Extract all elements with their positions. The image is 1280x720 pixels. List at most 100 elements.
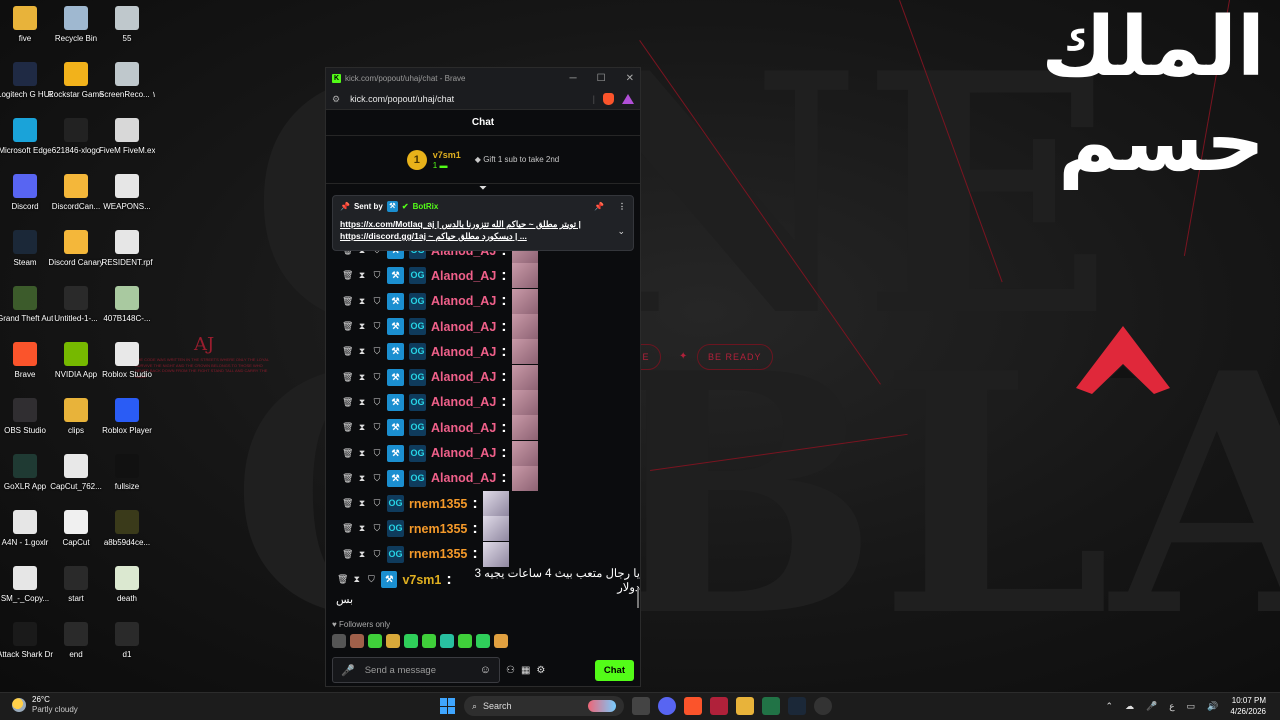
- pinned-line-2[interactable]: https://discord.gg/1aj ~ ديسكورد مطلق حي…: [340, 230, 602, 242]
- shield-icon[interactable]: ⛉: [372, 397, 382, 408]
- expand-chevron-icon[interactable]: ⌄: [617, 226, 625, 237]
- chat-message[interactable]: 🗑 ⧗ ⛉ ⚒ OG Alanod_AJ:: [326, 415, 640, 441]
- delete-icon[interactable]: 🗑: [342, 498, 353, 509]
- delete-icon[interactable]: 🗑: [342, 296, 353, 307]
- desktop-icon[interactable]: OBS Studio: [0, 398, 53, 436]
- collapse-icon[interactable]: ⏷: [326, 184, 640, 194]
- brave-rewards-icon[interactable]: [622, 94, 634, 104]
- chat-username[interactable]: Alanod_AJ: [431, 370, 496, 384]
- file-explorer-icon[interactable]: [736, 697, 754, 715]
- desktop-icon[interactable]: 621846-xlogo: [48, 118, 104, 156]
- shield-icon[interactable]: ⛉: [372, 346, 382, 357]
- chat-username[interactable]: Alanod_AJ: [431, 269, 496, 283]
- chat-username[interactable]: Alanod_AJ: [431, 294, 496, 308]
- timeout-icon[interactable]: ⧗: [357, 270, 367, 281]
- shield-icon[interactable]: ⛉: [367, 574, 377, 585]
- chat-emote[interactable]: [511, 465, 538, 491]
- timeout-icon[interactable]: ⧗: [357, 296, 367, 307]
- affinity-icon[interactable]: [710, 697, 728, 715]
- desktop-icon[interactable]: end: [48, 622, 104, 660]
- chat-username[interactable]: rnem1355: [409, 497, 467, 511]
- desktop-icon[interactable]: CapCut_762...: [48, 454, 104, 492]
- timeout-icon[interactable]: ⧗: [357, 473, 367, 484]
- delete-icon[interactable]: 🗑: [342, 397, 353, 408]
- desktop-icon[interactable]: Steam: [0, 230, 53, 268]
- desktop-icon[interactable]: Untitled-1-...: [48, 286, 104, 324]
- chat-username[interactable]: Alanod_AJ: [431, 421, 496, 435]
- unpin-icon[interactable]: 📌: [594, 202, 604, 211]
- chat-message[interactable]: 🗑 ⧗ ⛉ ⚒ OG Alanod_AJ:: [326, 364, 640, 390]
- desktop-icon[interactable]: Rockstar Games ...: [48, 62, 104, 100]
- chat-message[interactable]: 🗑 ⧗ ⛉ OG rnem1355:: [326, 516, 640, 542]
- chat-message[interactable]: 🗑 ⧗ ⛉ ⚒ OG Alanod_AJ:: [326, 339, 640, 365]
- scrollbar[interactable]: [637, 588, 639, 608]
- address-bar[interactable]: ⚙ kick.com/popout/uhaj/chat |: [326, 89, 640, 110]
- mic-icon[interactable]: 🎤: [341, 664, 355, 677]
- timeout-icon[interactable]: ⧗: [352, 574, 362, 585]
- site-settings-icon[interactable]: ⚙: [332, 94, 340, 105]
- desktop-icon[interactable]: A4N - 1.goxlr: [0, 510, 53, 548]
- chat-emote[interactable]: [511, 339, 538, 365]
- desktop-icon[interactable]: five: [0, 6, 53, 44]
- desktop-icon[interactable]: a8b59d4ce...: [99, 510, 155, 548]
- desktop-icon[interactable]: Recycle Bin: [48, 6, 104, 44]
- delete-icon[interactable]: 🗑: [342, 523, 353, 534]
- chat-username[interactable]: rnem1355: [409, 547, 467, 561]
- emote-icon[interactable]: [458, 634, 472, 648]
- shield-icon[interactable]: ⛉: [372, 422, 382, 433]
- delete-icon[interactable]: 🗑: [342, 270, 353, 281]
- emote-icon[interactable]: [368, 634, 382, 648]
- pinned-message[interactable]: 📌 Sent by ⚒ ✔ BotRix 📌 ⋮ https://x.com/M…: [332, 195, 634, 251]
- chat-emote[interactable]: [511, 314, 538, 340]
- desktop-icon[interactable]: GoXLR App: [0, 454, 53, 492]
- shield-icon[interactable]: ⛉: [372, 473, 382, 484]
- start-icon[interactable]: [440, 698, 456, 714]
- desktop-icon[interactable]: Brave: [0, 342, 53, 380]
- delete-icon[interactable]: 🗑: [342, 321, 353, 332]
- delete-icon[interactable]: 🗑: [342, 372, 353, 383]
- chat-messages[interactable]: 🗑 ⧗ ⛉ ⚒ OG Alanod_AJ: 🗑 ⧗ ⛉ ⚒ OG Alanod_AJ: 🗑 ⧗ ⛉ ⚒ OG Al…: [326, 238, 640, 606]
- shield-icon[interactable]: ⛉: [372, 549, 382, 560]
- close-button[interactable]: ✕: [626, 73, 634, 84]
- chat-username[interactable]: rnem1355: [409, 522, 467, 536]
- store-icon[interactable]: ▦: [521, 665, 530, 676]
- clock[interactable]: 10:07 PM 4/26/2026: [1230, 695, 1266, 717]
- chevron-up-icon[interactable]: ⌃: [1106, 701, 1114, 712]
- desktop-icon[interactable]: DiscordCan...: [48, 174, 104, 212]
- emote-icon[interactable]: [404, 634, 418, 648]
- delete-icon[interactable]: 🗑: [342, 549, 353, 560]
- url-text[interactable]: kick.com/popout/uhaj/chat: [350, 94, 454, 104]
- chat-username[interactable]: Alanod_AJ: [431, 320, 496, 334]
- title-bar[interactable]: K kick.com/popout/uhaj/chat - Brave ─ ☐ …: [326, 68, 640, 89]
- emote-icon[interactable]: [332, 634, 346, 648]
- shield-icon[interactable]: ⛉: [372, 372, 382, 383]
- chat-message[interactable]: 🗑 ⧗ ⛉ ⚒ OG Alanod_AJ:: [326, 465, 640, 491]
- taskbar-search[interactable]: ⌕ Search: [464, 696, 624, 716]
- emote-icon[interactable]: [476, 634, 490, 648]
- chat-emote[interactable]: [511, 440, 538, 466]
- pinned-line-1[interactable]: https://x.com/Motlaq_aj | تويتر مطلق ~ ح…: [340, 218, 602, 230]
- excel-icon[interactable]: [762, 697, 780, 715]
- shield-icon[interactable]: ⛉: [372, 498, 382, 509]
- timeout-icon[interactable]: ⧗: [357, 372, 367, 383]
- desktop-icon[interactable]: Logitech G HUB: [0, 62, 53, 100]
- discord-icon[interactable]: [658, 697, 676, 715]
- chat-emote[interactable]: [511, 415, 538, 441]
- chat-emote[interactable]: [482, 491, 509, 517]
- timeout-icon[interactable]: ⧗: [357, 523, 367, 534]
- emote-icon[interactable]: [440, 634, 454, 648]
- desktop-icon[interactable]: clips: [48, 398, 104, 436]
- users-icon[interactable]: ⚇: [506, 665, 515, 676]
- desktop-icon[interactable]: RESIDENT.rpf: [99, 230, 155, 268]
- chat-emote[interactable]: [482, 516, 509, 542]
- settings-icon[interactable]: ⚙: [536, 665, 545, 676]
- chat-username[interactable]: Alanod_AJ: [431, 446, 496, 460]
- chat-username[interactable]: Alanod_AJ: [431, 471, 496, 485]
- onedrive-icon[interactable]: ☁: [1125, 701, 1134, 712]
- timeout-icon[interactable]: ⧗: [357, 321, 367, 332]
- chat-emote[interactable]: [511, 263, 538, 289]
- chat-message[interactable]: 🗑 ⧗ ⛉ ⚒ OG Alanod_AJ:: [326, 440, 640, 466]
- chat-message[interactable]: 🗑 ⧗ ⛉ ⚒ OG Alanod_AJ:: [326, 263, 640, 289]
- chat-message[interactable]: 🗑 ⧗ ⛉ OG rnem1355:: [326, 541, 640, 567]
- chat-message[interactable]: 🗑 ⧗ ⛉ ⚒ OG Alanod_AJ:: [326, 389, 640, 415]
